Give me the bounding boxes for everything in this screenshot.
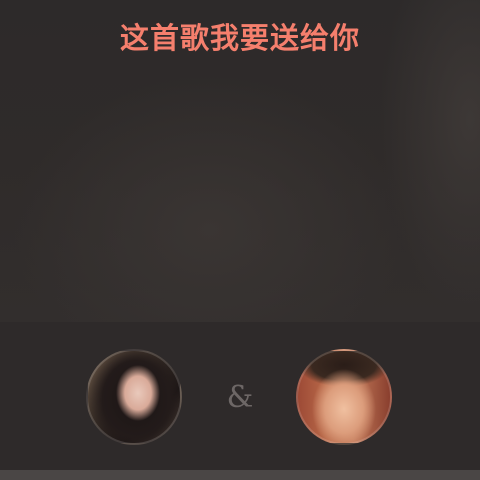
- page-title: 这首歌我要送给你: [119, 21, 360, 55]
- dedication-screen: 这首歌我要送给你 &: [0, 0, 480, 480]
- receiver-avatar[interactable]: [296, 349, 392, 445]
- bottom-divider: [0, 470, 480, 480]
- couple-bar: &: [0, 322, 480, 470]
- ampersand-separator: &: [226, 380, 254, 415]
- song-cover-area: 这首歌我要送给你: [0, 0, 480, 322]
